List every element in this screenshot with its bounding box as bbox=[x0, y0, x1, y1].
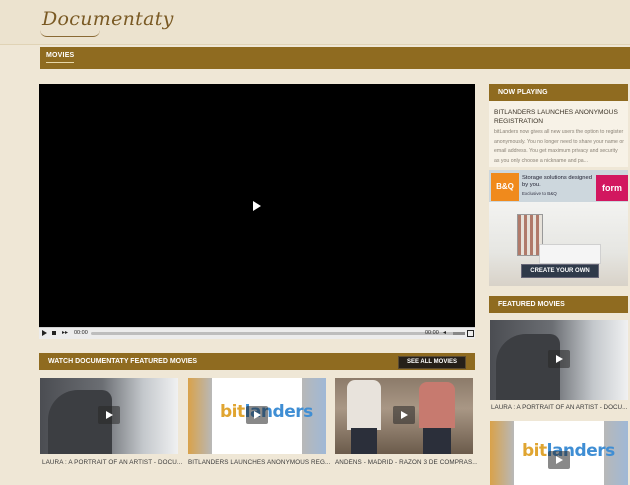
now-playing-header: NOW PLAYING bbox=[489, 84, 628, 101]
player-controls: ▸▸ 00:00 00:00 ◂ bbox=[39, 327, 475, 339]
logo-text: Documentaty bbox=[42, 8, 174, 30]
play-icon[interactable] bbox=[548, 350, 570, 368]
site-logo[interactable]: Documentaty bbox=[40, 8, 174, 37]
play-icon[interactable] bbox=[253, 201, 261, 211]
bq-logo: B&Q bbox=[491, 173, 519, 201]
fullscreen-icon[interactable] bbox=[467, 330, 474, 337]
featured-header: WATCH DOCUMENTATY FEATURED MOVIES SEE AL… bbox=[39, 353, 475, 370]
video-player[interactable] bbox=[39, 84, 475, 338]
featured-movies-title: FEATURED MOVIES bbox=[498, 301, 565, 308]
featured-movies-header: FEATURED MOVIES bbox=[489, 296, 628, 313]
thumb-image bbox=[188, 378, 212, 454]
featured-caption[interactable]: LAURA : A PORTRAIT OF AN ARTIST - DOCU..… bbox=[42, 459, 184, 466]
main-nav: MOVIES bbox=[40, 47, 630, 69]
play-icon[interactable] bbox=[98, 406, 120, 424]
now-playing-panel: BITLANDERS LAUNCHES ANONYMOUS REGISTRATI… bbox=[489, 101, 628, 167]
featured-caption[interactable]: ANDÉNS - MADRID - RAZÓN 3 DE COMPRAS... bbox=[335, 459, 477, 466]
site-header: Documentaty bbox=[0, 0, 630, 45]
play-icon[interactable] bbox=[548, 451, 570, 469]
now-playing-title: NOW PLAYING bbox=[498, 89, 548, 96]
next-icon[interactable]: ▸▸ bbox=[62, 330, 68, 337]
form-logo: form bbox=[596, 175, 628, 201]
ad-banner: B&Q Storage solutions designed by you. E… bbox=[489, 170, 628, 202]
thumb-image bbox=[351, 428, 377, 454]
ad-image bbox=[539, 244, 601, 264]
volume-slider[interactable] bbox=[453, 332, 465, 335]
now-playing-headline[interactable]: BITLANDERS LAUNCHES ANONYMOUS REGISTRATI… bbox=[494, 108, 624, 126]
featured-caption[interactable]: BITLANDERS LAUNCHES ANONYMOUS REG... bbox=[188, 459, 330, 466]
thumb-image bbox=[419, 382, 455, 428]
volume-icon[interactable]: ◂ bbox=[443, 330, 446, 337]
current-time: 00:00 bbox=[74, 330, 88, 336]
play-icon[interactable] bbox=[246, 406, 268, 424]
featured-title: WATCH DOCUMENTATY FEATURED MOVIES bbox=[48, 358, 198, 365]
sidebar-thumb-bitlanders[interactable]: bitlanders bbox=[490, 421, 628, 485]
now-playing-description: bitLanders now gives all new users the o… bbox=[494, 129, 624, 164]
play-control-icon[interactable] bbox=[42, 330, 47, 336]
sidebar-thumb-laura[interactable] bbox=[490, 320, 628, 400]
stop-icon[interactable] bbox=[52, 331, 56, 335]
play-icon[interactable] bbox=[393, 406, 415, 424]
sidebar-caption[interactable]: LAURA : A PORTRAIT OF AN ARTIST - DOCU..… bbox=[491, 404, 630, 411]
create-your-own-button[interactable]: CREATE YOUR OWN bbox=[521, 264, 599, 278]
featured-thumb-bitlanders[interactable]: bitlanders bbox=[188, 378, 326, 454]
seek-bar[interactable] bbox=[91, 332, 459, 335]
ad-headline: Storage solutions designed by you. bbox=[522, 175, 592, 188]
thumb-image bbox=[423, 428, 451, 454]
advertisement[interactable]: B&Q Storage solutions designed by you. E… bbox=[489, 170, 628, 286]
thumb-image bbox=[347, 380, 381, 430]
see-all-movies-button[interactable]: SEE ALL MOVIES bbox=[398, 356, 466, 369]
logo-swash bbox=[40, 30, 100, 37]
featured-thumb-andens[interactable] bbox=[335, 378, 473, 454]
ad-subtext: Exclusive to B&Q bbox=[522, 191, 557, 196]
nav-item-movies[interactable]: MOVIES bbox=[46, 52, 75, 63]
total-time: 00:00 bbox=[425, 330, 439, 336]
featured-thumb-laura[interactable] bbox=[40, 378, 178, 454]
thumb-image bbox=[490, 421, 514, 485]
